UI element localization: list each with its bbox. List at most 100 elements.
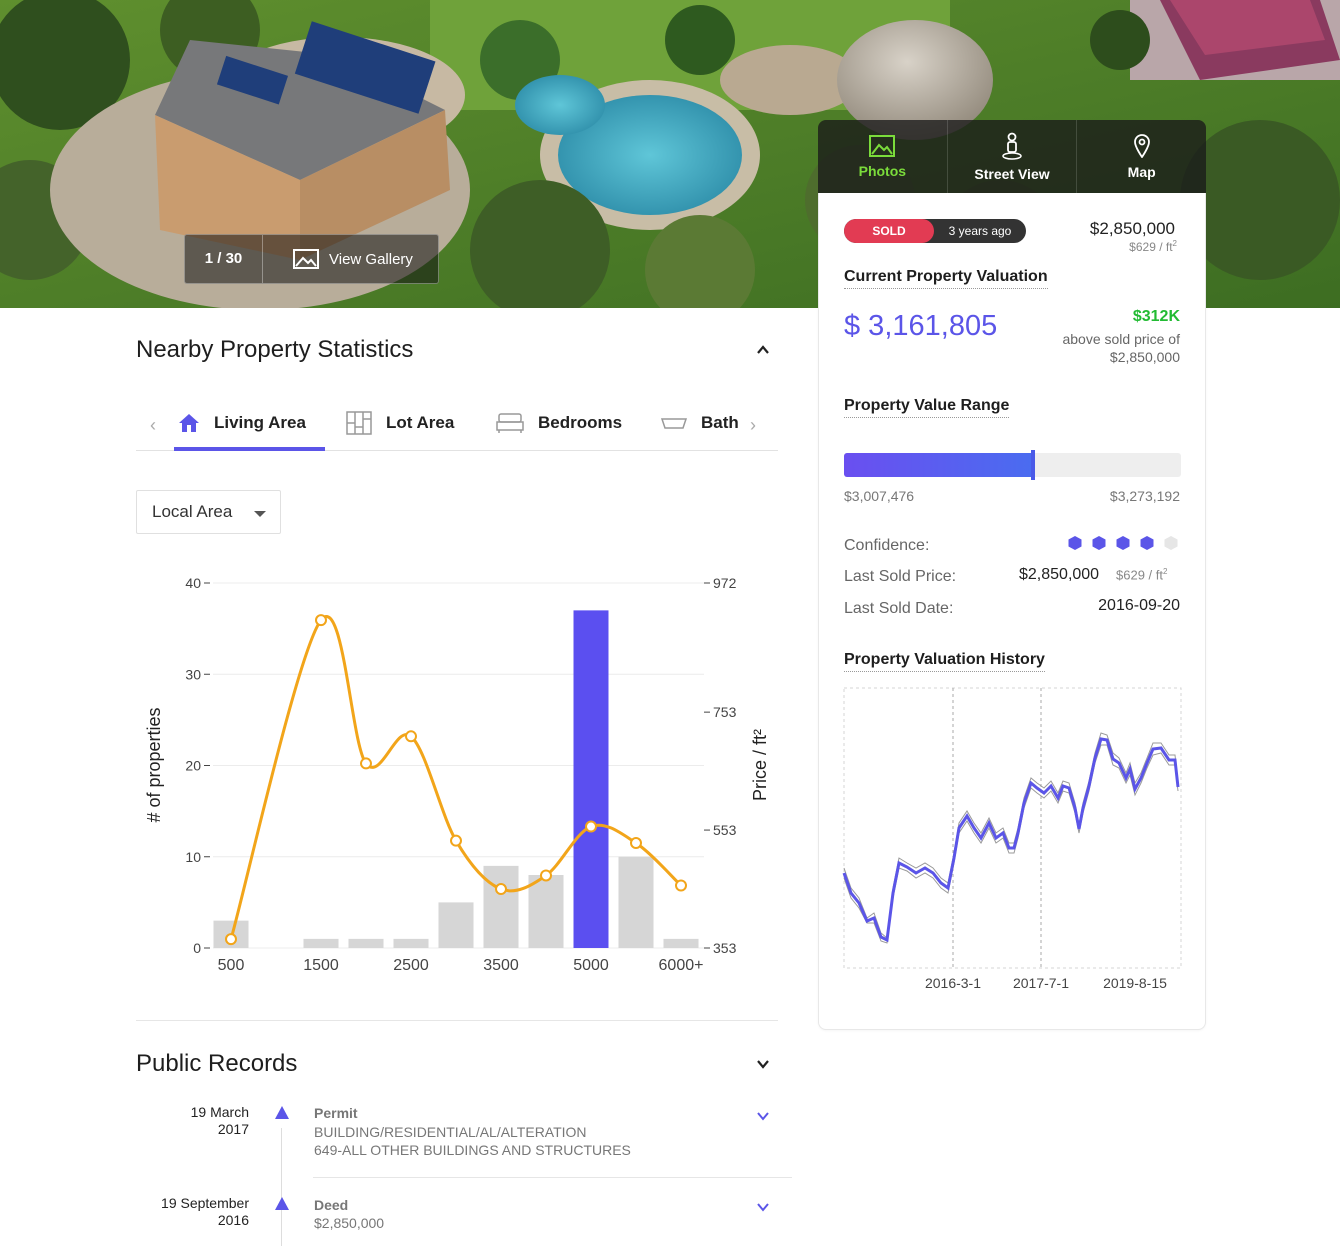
y2-tick-label: 753 [713,704,737,720]
value-range-fill [844,453,1033,477]
histogram-bar [393,938,429,948]
nearby-stats-title: Nearby Property Statistics [136,336,414,363]
last-sold-date: 2016-09-20 [1098,597,1180,614]
collapse-chevron-up-icon[interactable] [756,343,770,357]
confidence-dot-filled [1116,536,1130,550]
y2-tick-label: 353 [713,940,737,956]
price-point [495,883,507,896]
tab-bedrooms[interactable]: Bedrooms [496,395,622,451]
range-low: $3,007,476 [844,488,915,504]
active-tab-indicator [174,447,325,451]
y-tick-label: 40 [185,575,201,591]
photo-counter: 1 / 30 [185,235,263,283]
y-tick-label: 0 [193,940,201,956]
tab-living-area-label: Living Area [214,413,306,432]
area-scope-value: Local Area [152,502,233,521]
confidence-dot-filled [1068,536,1082,550]
record-deed: 19 September 2016 Deed $2,850,000 [136,1195,796,1245]
tab-bath[interactable]: Bath [661,395,739,451]
history-x-label: 2019-8-15 [1103,975,1167,991]
y-tick-label: 20 [185,758,201,774]
gain-note-line2: $2,850,000 [1109,349,1180,365]
valuation-gain: $312K [1132,308,1180,325]
gain-note-line1: above sold price of [1062,331,1180,347]
y2-tick-label: 553 [713,822,737,838]
y2-axis-label: Price / ft² [750,729,770,801]
y-axis-label: # of properties [144,707,164,822]
histogram-bar [483,865,519,948]
caret-down-icon [254,511,266,517]
tab-lot-area[interactable]: Lot Area [346,395,454,451]
view-gallery-button[interactable]: View Gallery [263,235,413,283]
record-permit: 19 March 2017 Permit BUILDING/RESIDENTIA… [136,1104,796,1164]
current-valuation: $ 3,161,805 [844,310,998,342]
value-range-bar [844,450,1181,480]
histogram-bar [348,938,384,948]
range-high: $3,273,192 [1109,488,1180,504]
tab-street-view[interactable]: Street View [948,120,1078,194]
price-point [405,730,417,743]
last-sold-date-label: Last Sold Date: [844,600,954,617]
histogram-bar-highlighted [573,610,609,948]
tab-living-area[interactable]: Living Area [178,395,306,451]
price-point [630,837,642,850]
sold-status-pill: SOLD 3 years ago [844,219,1026,243]
sold-ppsf-text: $629 / ft [1129,240,1173,254]
tab-street-view-label: Street View [974,166,1050,182]
timeline-marker-icon [275,1197,289,1210]
value-range-marker [1030,450,1035,480]
last-sold-price-label: Last Sold Price: [844,568,957,585]
tab-photos-label: Photos [858,163,907,179]
tabs-prev-arrow[interactable]: ‹ [150,415,156,436]
tab-bath-label: Bath [701,413,739,432]
street-view-icon [1002,132,1022,160]
confidence-rating [1067,535,1179,551]
record-expand-chevron-icon[interactable] [756,1202,770,1212]
last-sold-ppsf: $629 / ft2 [1116,567,1168,583]
price-point [360,757,372,770]
history-x-label: 2017-7-1 [1013,975,1069,991]
price-point [675,879,687,892]
histogram-bar [618,856,654,948]
record-date-year: 2016 [217,1212,249,1228]
x-tick-label: 2500 [393,957,429,974]
record-date: 19 March 2017 [136,1104,249,1138]
lot-icon [346,411,372,435]
price-point [315,614,327,627]
last-sold-price: $2,850,000 [1019,566,1100,583]
record-detail-2: 649-ALL OTHER BUILDINGS AND STRUCTURES [314,1142,631,1158]
record-date-day: 19 March [190,1104,249,1120]
area-scope-select[interactable]: Local Area [136,490,281,534]
history-x-label: 2016-3-1 [925,975,981,991]
sold-price: $2,850,000 [1089,219,1175,238]
record-type: Permit [314,1105,358,1121]
x-tick-label: 3500 [483,957,519,974]
image-icon [293,249,319,269]
record-type: Deed [314,1197,349,1213]
expand-chevron-down-icon[interactable] [756,1057,770,1071]
confidence-dot-filled [1140,536,1154,550]
tab-bedrooms-label: Bedrooms [538,413,623,432]
x-tick-label: 6000+ [659,957,704,974]
timeline-marker-icon [275,1106,289,1119]
valuation-gain-note: above sold price of $2,850,000 [1062,330,1180,366]
y-tick-label: 30 [185,666,201,682]
view-gallery-label: View Gallery [329,250,413,268]
confidence-label: Confidence: [844,537,930,554]
tab-photos[interactable]: Photos [818,120,948,194]
histogram-bar [528,875,564,948]
record-date: 19 September 2016 [136,1195,249,1229]
section-divider [136,1020,778,1021]
gallery-bar: 1 / 30 View Gallery [184,234,439,284]
tab-map[interactable]: Map [1077,120,1206,194]
confidence-dot-filled [1092,536,1106,550]
tabs-next-arrow[interactable]: › [750,415,756,436]
record-expand-chevron-icon[interactable] [756,1111,770,1121]
valuation-heading: Current Property Valuation [844,268,1048,289]
history-heading: Property Valuation History [844,651,1045,672]
histogram-bar [663,938,699,948]
price-point [225,933,237,946]
living-area-histogram: 0 10 20 30 40 353 553 753 972 500 1500 2500 3500 5000… [144,575,770,974]
history-plot-frame [843,687,1182,969]
last-sold-ppsf-text: $629 / ft [1116,567,1163,583]
